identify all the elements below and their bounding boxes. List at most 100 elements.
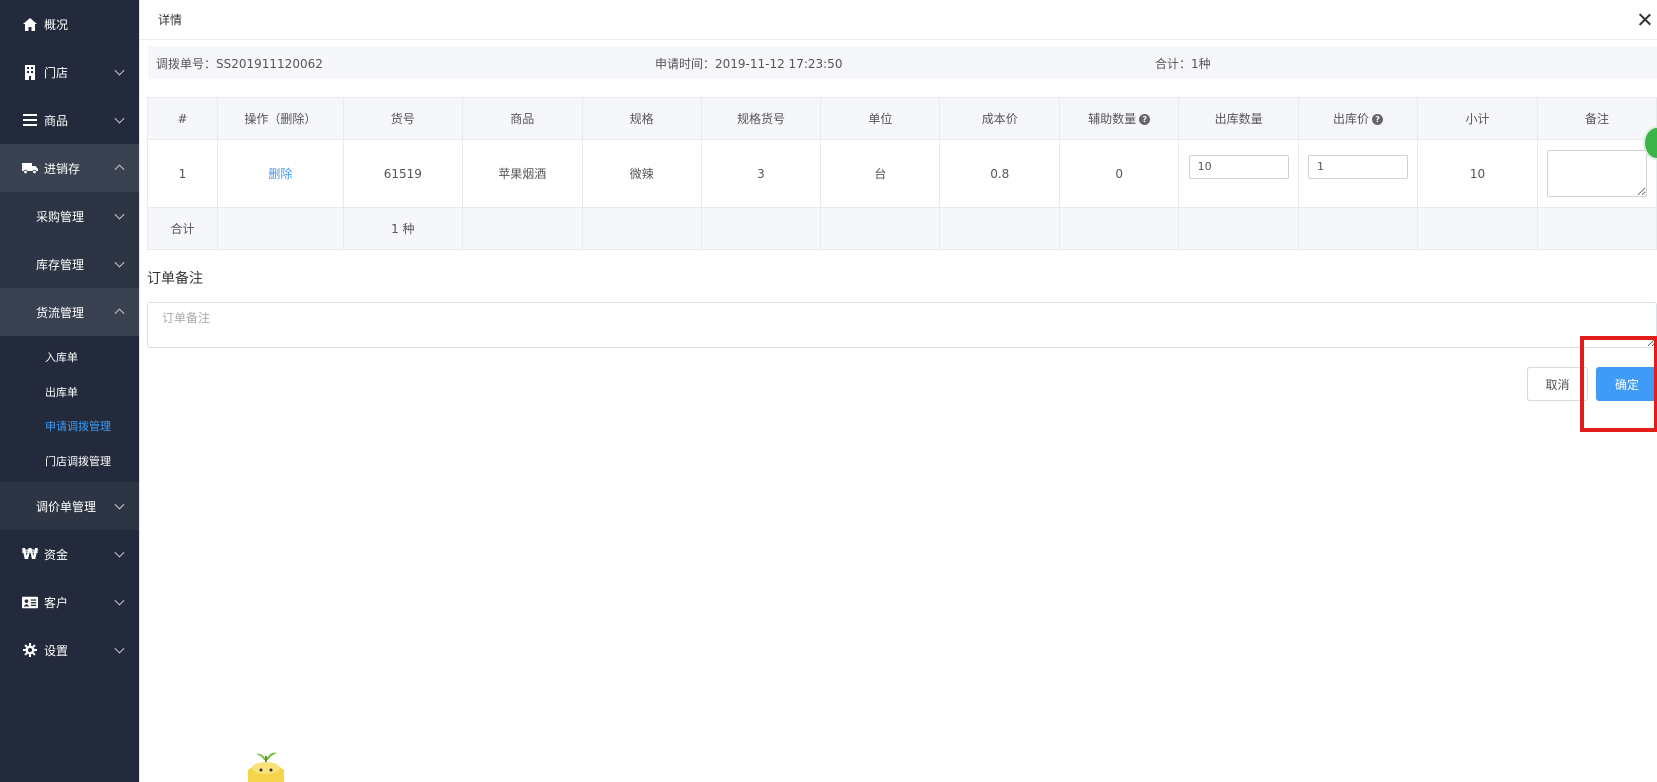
sidebar-item-label: 商品 <box>44 113 69 128</box>
chevron-down-icon <box>114 595 125 606</box>
col-header: 单位 <box>820 97 941 140</box>
empty-cell <box>1178 207 1300 250</box>
empty-cell <box>1536 207 1657 250</box>
sidebar-item-flow[interactable]: 货流管理 <box>0 288 139 336</box>
col-header: 货号 <box>342 97 463 140</box>
sidebar-item-label: 货流管理 <box>36 305 85 320</box>
empty-cell <box>939 207 1061 250</box>
sidebar-item-inventory[interactable]: 进销存 <box>0 144 139 192</box>
sidebar-item-label: 设置 <box>44 643 69 658</box>
sidebar-item-customer[interactable]: 客户 <box>0 578 139 626</box>
cell-action: 删除 <box>216 139 344 208</box>
delete-link[interactable]: 删除 <box>268 167 292 181</box>
cell-product: 苹果烟酒 <box>461 139 583 208</box>
cell-index: 1 <box>147 139 218 208</box>
col-header: # <box>147 97 218 140</box>
sidebar-item-label: 进销存 <box>44 161 81 176</box>
sidebar-item-price-adjust[interactable]: 调价单管理 <box>0 482 139 530</box>
col-header: 商品 <box>461 97 583 140</box>
chevron-down-icon <box>114 547 125 558</box>
cell-out-price <box>1298 139 1419 208</box>
sidebar-item-stock[interactable]: 库存管理 <box>0 240 139 288</box>
detail-dialog: 详情 调拨单号：SS201911120062 申请时间：2019-11-12 1… <box>139 0 1657 782</box>
confirm-button[interactable]: 确定 <box>1596 367 1657 401</box>
sidebar-item-goods[interactable]: 商品 <box>0 96 139 144</box>
cell-note <box>1536 139 1657 208</box>
sidebar-item-store[interactable]: 门店 <box>0 48 139 96</box>
close-icon[interactable] <box>1635 10 1655 30</box>
empty-cell <box>820 207 941 250</box>
col-header-aux-qty: 辅助数量? <box>1059 97 1180 140</box>
sidebar-item-store-transfer[interactable]: 门店调拨管理 <box>0 444 139 479</box>
cell-aux-qty: 0 <box>1059 139 1180 208</box>
order-number: 调拨单号：SS201911120062 <box>156 57 323 71</box>
table-total-row: 合计 1 种 <box>147 207 1657 250</box>
col-header: 成本价 <box>939 97 1061 140</box>
col-header: 操作（删除） <box>216 97 344 140</box>
items-table: # 操作（删除） 货号 商品 规格 规格货号 单位 成本价 辅助数量? 出库数量… <box>147 97 1657 250</box>
col-header: 小计 <box>1417 97 1538 140</box>
sidebar-item-funds[interactable]: ₩ 资金 <box>0 530 139 578</box>
table-header-row: # 操作（删除） 货号 商品 规格 规格货号 单位 成本价 辅助数量? 出库数量… <box>147 97 1657 140</box>
chevron-down-icon <box>114 65 125 76</box>
question-icon[interactable]: ? <box>1372 114 1384 125</box>
order-total: 合计：1种 <box>1155 57 1211 71</box>
flow-submenu: 入库单 出库单 申请调拨管理 门店调拨管理 <box>0 336 139 482</box>
dialog-title: 详情 <box>158 13 183 27</box>
total-label: 合计 <box>147 207 218 250</box>
cell-sku: 61519 <box>342 139 463 208</box>
out-qty-input[interactable] <box>1188 154 1289 179</box>
gear-icon <box>22 642 38 658</box>
truck-icon <box>22 160 38 176</box>
chevron-up-icon <box>114 164 125 175</box>
order-remark-textarea[interactable] <box>147 302 1657 348</box>
sidebar-item-label: 资金 <box>44 547 69 562</box>
won-icon: ₩ <box>21 545 39 563</box>
empty-cell <box>216 207 344 250</box>
chevron-down-icon <box>114 499 125 510</box>
sidebar-item-label: 采购管理 <box>36 209 85 224</box>
col-header-label: 出库价 <box>1333 112 1370 126</box>
sidebar-item-overview[interactable]: 概况 <box>0 0 139 48</box>
inventory-submenu: 采购管理 库存管理 货流管理 入库单 出库单 申请调拨管理 门店调拨管理 调价单… <box>0 192 139 530</box>
empty-cell <box>1298 207 1419 250</box>
sidebar-item-outbound[interactable]: 出库单 <box>0 375 139 410</box>
sidebar-item-label: 库存管理 <box>36 257 85 272</box>
chevron-up-icon <box>114 308 125 319</box>
question-icon[interactable]: ? <box>1139 114 1151 125</box>
cancel-button[interactable]: 取消 <box>1527 367 1588 401</box>
sidebar: 概况 门店 商品 进销存 采购管理 库存管理 货流管理 入库单 出库单 申请调拨… <box>0 0 139 782</box>
col-header-label: 辅助数量 <box>1088 112 1137 126</box>
cell-out-qty <box>1178 139 1300 208</box>
col-header-out-price: 出库价? <box>1298 97 1419 140</box>
out-price-input[interactable] <box>1308 154 1409 179</box>
cell-spec: 微辣 <box>581 139 702 208</box>
total-count: 1 种 <box>342 207 463 250</box>
chevron-down-icon <box>114 643 125 654</box>
id-card-icon <box>22 594 38 610</box>
home-icon <box>22 16 38 32</box>
cell-cost: 0.8 <box>939 139 1061 208</box>
note-textarea[interactable] <box>1546 150 1647 197</box>
order-info-bar: 调拨单号：SS201911120062 申请时间：2019-11-12 17:2… <box>148 46 1657 79</box>
col-header: 出库数量 <box>1178 97 1300 140</box>
chevron-down-icon <box>114 209 125 220</box>
list-icon <box>22 112 38 128</box>
empty-cell <box>1417 207 1538 250</box>
empty-cell <box>700 207 822 250</box>
order-remark-title: 订单备注 <box>147 271 203 287</box>
table-row: 1 删除 61519 苹果烟酒 微辣 3 台 0.8 0 10 <box>147 139 1657 208</box>
sidebar-item-settings[interactable]: 设置 <box>0 626 139 674</box>
building-icon <box>22 64 38 80</box>
cell-spec-sku: 3 <box>700 139 822 208</box>
apply-time: 申请时间：2019-11-12 17:23:50 <box>655 57 843 71</box>
col-header: 备注 <box>1536 97 1657 140</box>
cell-subtotal: 10 <box>1417 139 1538 208</box>
empty-cell <box>461 207 583 250</box>
empty-cell <box>581 207 702 250</box>
sidebar-item-transfer-request[interactable]: 申请调拨管理 <box>0 409 139 444</box>
sidebar-item-inbound[interactable]: 入库单 <box>0 340 139 375</box>
sidebar-item-purchase[interactable]: 采购管理 <box>0 192 139 240</box>
chevron-down-icon <box>114 113 125 124</box>
sidebar-item-label: 调价单管理 <box>36 499 97 514</box>
